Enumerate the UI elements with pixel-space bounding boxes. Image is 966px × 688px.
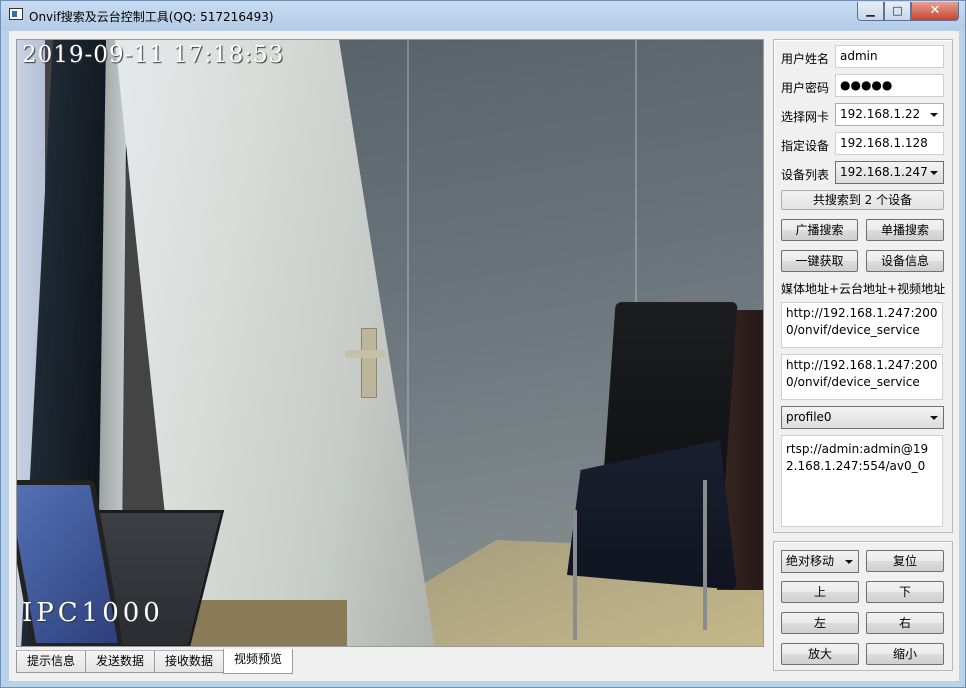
device-label: 指定设备: [781, 139, 830, 153]
ptz-panel: 绝对移动 复位 上 下 左 右 放大 缩小: [773, 541, 953, 671]
address-caption: 媒体地址+云台地址+视频地址: [781, 282, 946, 296]
unicast-search-button[interactable]: 单播搜索: [866, 219, 944, 241]
profile-select[interactable]: profile0: [781, 406, 944, 429]
tab-video-preview[interactable]: 视频预览: [223, 649, 294, 674]
ptz-address-field[interactable]: http://192.168.1.247:2000/onvif/device_s…: [781, 354, 943, 400]
video-timestamp: 2019-09-11 17:18:53: [22, 42, 285, 68]
password-input[interactable]: ●●●●●: [835, 74, 944, 97]
username-label: 用户姓名: [781, 52, 830, 66]
nic-select[interactable]: 192.168.1.22: [835, 103, 944, 126]
ptz-up-button[interactable]: 上: [781, 581, 859, 603]
tab-send-data[interactable]: 发送数据: [85, 650, 156, 673]
video-camera-name: IPC1000: [22, 598, 164, 628]
move-mode-select[interactable]: 绝对移动: [781, 550, 859, 573]
username-input[interactable]: admin: [835, 45, 944, 68]
video-door-plate: [361, 328, 377, 398]
maximize-button[interactable]: □: [884, 2, 911, 21]
nic-select-value: 192.168.1.22: [840, 107, 921, 121]
ptz-right-button[interactable]: 右: [866, 612, 944, 634]
profile-select-value: profile0: [786, 410, 832, 424]
client-area: 2019-09-11 17:18:53 IPC1000 提示信息 发送数据 接收…: [9, 31, 959, 681]
minimize-button[interactable]: ▁: [857, 2, 884, 21]
close-button[interactable]: ✕: [911, 2, 959, 21]
app-icon: [9, 8, 23, 20]
video-preview[interactable]: 2019-09-11 17:18:53 IPC1000: [16, 39, 764, 647]
app-window: Onvif搜索及云台控制工具(QQ: 517216493) ▁ □ ✕ 2019…: [0, 0, 966, 688]
rtsp-address-field[interactable]: rtsp://admin:admin@192.168.1.247:554/av0…: [781, 435, 943, 527]
title-bar[interactable]: Onvif搜索及云台控制工具(QQ: 517216493) ▁ □ ✕: [1, 1, 965, 30]
chevron-down-icon: [845, 560, 853, 564]
bottom-tabs: 提示信息 发送数据 接收数据 视频预览: [16, 649, 294, 674]
tab-receive-data[interactable]: 接收数据: [154, 650, 225, 673]
video-door-handle: [345, 350, 385, 358]
move-mode-value: 绝对移动: [786, 554, 835, 568]
zoom-out-button[interactable]: 缩小: [866, 643, 944, 665]
tab-tips[interactable]: 提示信息: [16, 650, 87, 673]
device-list-label: 设备列表: [781, 168, 830, 182]
media-address-field[interactable]: http://192.168.1.247:2000/onvif/device_s…: [781, 302, 943, 348]
chevron-down-icon: [930, 113, 938, 117]
password-label: 用户密码: [781, 81, 830, 95]
search-result-status: 共搜索到 2 个设备: [781, 190, 944, 210]
device-list-select[interactable]: 192.168.1.247: [835, 161, 944, 184]
device-input[interactable]: 192.168.1.128: [835, 132, 944, 155]
one-key-get-button[interactable]: 一键获取: [781, 250, 858, 272]
device-panel: 用户姓名 admin 用户密码 ●●●●● 选择网卡 192.168.1.22 …: [773, 39, 953, 533]
ptz-left-button[interactable]: 左: [781, 612, 859, 634]
nic-label: 选择网卡: [781, 110, 830, 124]
video-chair-leg: [573, 510, 577, 640]
ptz-down-button[interactable]: 下: [866, 581, 944, 603]
device-info-button[interactable]: 设备信息: [866, 250, 944, 272]
chevron-down-icon: [930, 171, 938, 175]
broadcast-search-button[interactable]: 广播搜索: [781, 219, 858, 241]
video-chair-leg: [703, 480, 707, 630]
window-title: Onvif搜索及云台控制工具(QQ: 517216493): [29, 10, 274, 24]
chevron-down-icon: [930, 416, 938, 420]
device-list-value: 192.168.1.247: [840, 165, 928, 179]
zoom-in-button[interactable]: 放大: [781, 643, 859, 665]
video-desk: [177, 600, 347, 646]
reset-button[interactable]: 复位: [866, 550, 944, 572]
